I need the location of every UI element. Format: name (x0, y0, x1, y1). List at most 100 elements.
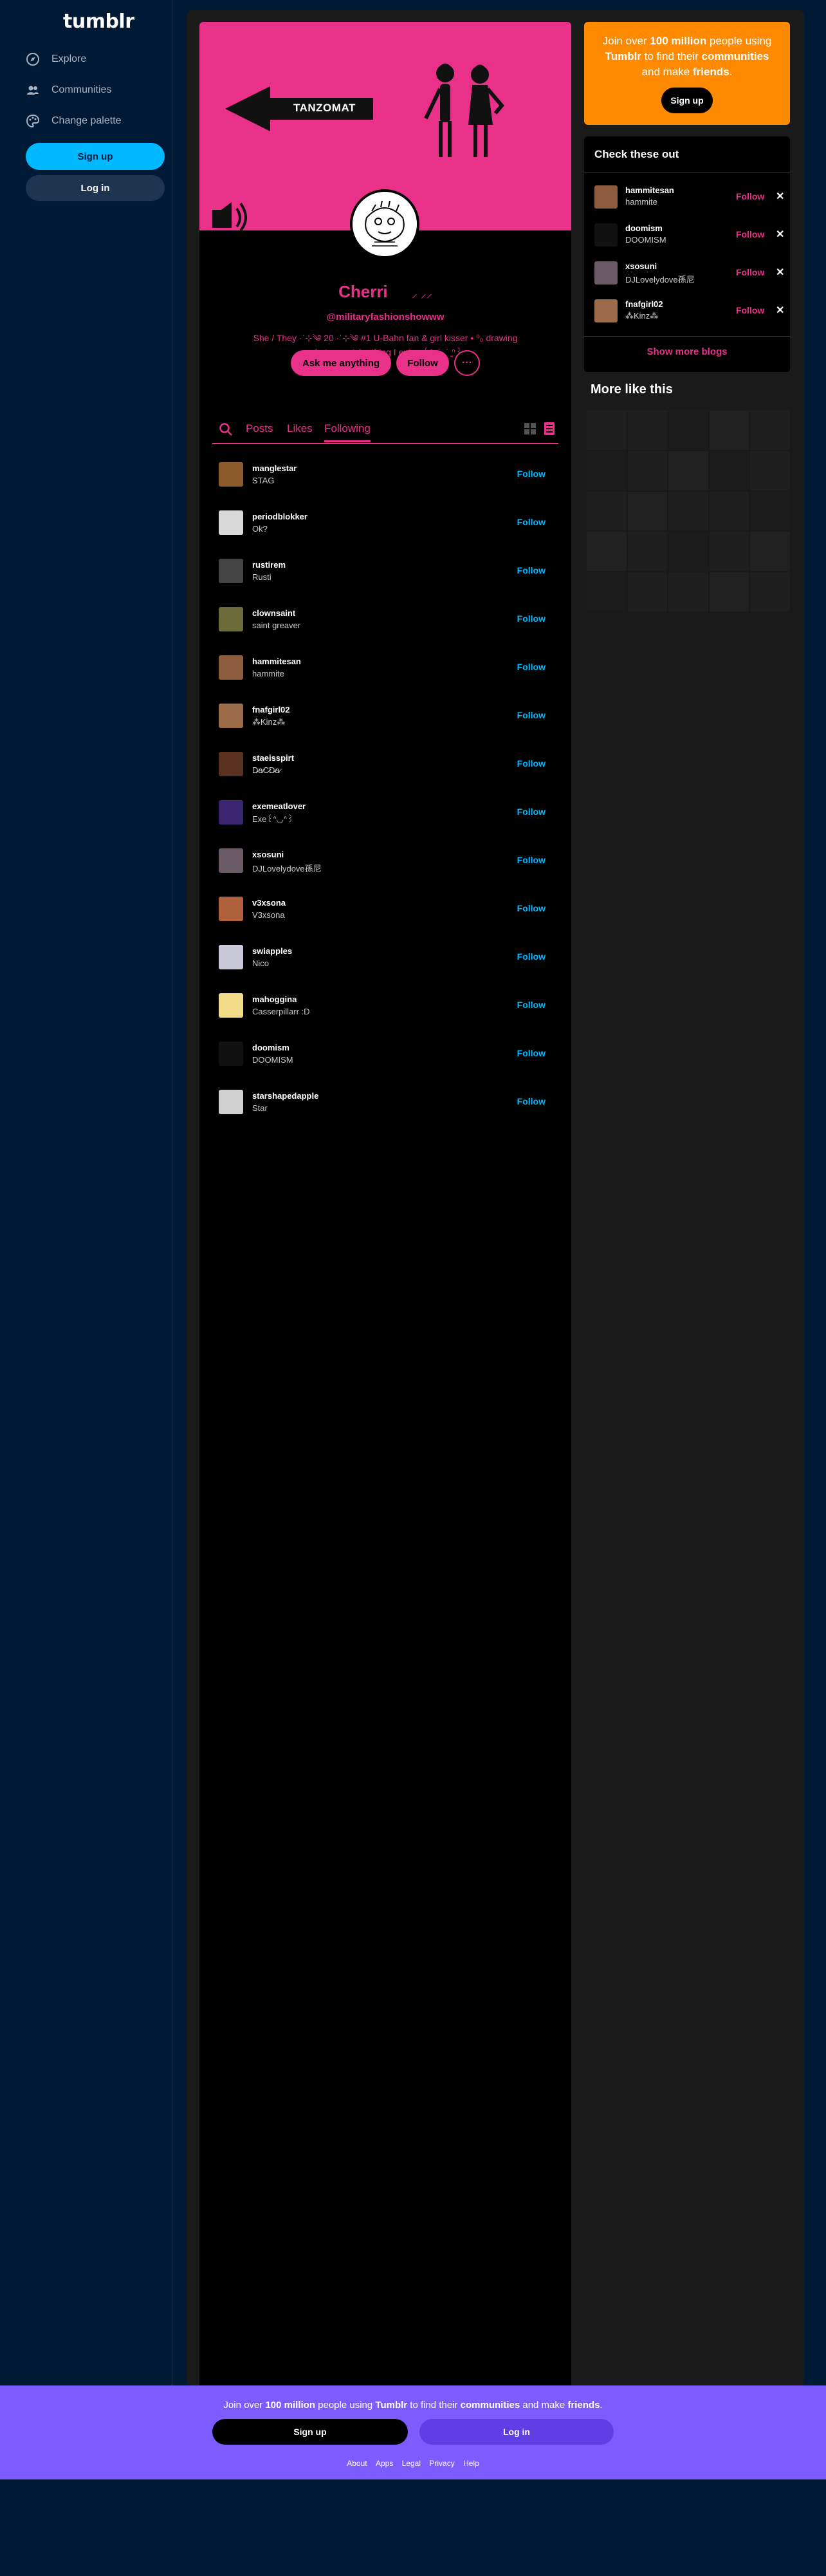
blog-avatar-thumb[interactable] (594, 299, 618, 322)
banner-signup-button[interactable]: Sign up (212, 2419, 408, 2445)
tab-posts[interactable]: Posts (246, 422, 273, 435)
following-blog-name[interactable]: clownsaint (252, 608, 295, 618)
search-icon[interactable] (219, 422, 233, 436)
recommended-blog-name[interactable]: doomism (625, 223, 663, 233)
following-blog-name[interactable]: periodblokker (252, 512, 307, 521)
following-row[interactable]: mahoggina Casserpillarr :D Follow (219, 984, 552, 1032)
following-blog-name[interactable]: mahoggina (252, 994, 297, 1004)
tumblr-logo[interactable]: tumblr (63, 10, 134, 33)
following-row[interactable]: starshapedapple Star Follow (219, 1081, 552, 1129)
follow-button[interactable]: Follow (517, 903, 546, 913)
blog-avatar-thumb[interactable] (219, 993, 243, 1018)
blog-avatar-thumb[interactable] (219, 704, 243, 728)
blog-avatar-thumb[interactable] (219, 945, 243, 969)
blog-avatar-thumb[interactable] (219, 462, 243, 487)
following-row[interactable]: xsosuni DJLovelydove孫尼 Follow (219, 839, 552, 888)
blog-avatar-thumb[interactable] (219, 510, 243, 535)
following-blog-name[interactable]: swiapples (252, 946, 292, 956)
nav-item-explore[interactable]: Explore (26, 46, 86, 72)
follow-button[interactable]: Follow (517, 469, 546, 479)
follow-button[interactable]: Follow (736, 267, 764, 277)
follow-button[interactable]: Follow (517, 662, 546, 672)
following-row[interactable]: rustirem Rusti Follow (219, 550, 552, 598)
nav-item-communities[interactable]: Communities (26, 77, 111, 103)
blog-avatar-thumb[interactable] (219, 800, 243, 825)
follow-button[interactable]: Follow (517, 1096, 546, 1106)
blog-avatar-thumb[interactable] (594, 185, 618, 209)
following-blog-name[interactable]: fnafgirl02 (252, 705, 290, 714)
blog-avatar-thumb[interactable] (219, 1041, 243, 1066)
following-row[interactable]: doomism DOOMISM Follow (219, 1032, 552, 1081)
footer-link-legal[interactable]: Legal (402, 2459, 421, 2468)
follow-button[interactable]: Follow (517, 613, 546, 624)
blog-avatar-thumb[interactable] (219, 752, 243, 776)
promo-signup-button[interactable]: Sign up (661, 88, 713, 113)
follow-button[interactable]: Follow (517, 710, 546, 720)
blog-avatar[interactable] (350, 189, 419, 259)
blog-avatar-thumb[interactable] (219, 1090, 243, 1114)
banner-login-button[interactable]: Log in (419, 2419, 614, 2445)
sidebar-login-button[interactable]: Log in (26, 175, 165, 201)
close-icon[interactable]: ✕ (776, 228, 784, 241)
blog-avatar-thumb[interactable] (219, 897, 243, 921)
nav-item-change-palette[interactable]: Change palette (26, 108, 122, 134)
close-icon[interactable]: ✕ (776, 266, 784, 279)
blog-avatar-thumb[interactable] (219, 607, 243, 631)
footer-link-help[interactable]: Help (463, 2459, 479, 2468)
following-row[interactable]: swiapples Nico Follow (219, 936, 552, 984)
following-blog-name[interactable]: manglestar (252, 463, 297, 473)
following-blog-name[interactable]: doomism (252, 1043, 289, 1052)
follow-button[interactable]: Follow (736, 229, 764, 239)
follow-blog-button[interactable]: Follow (396, 350, 449, 376)
following-blog-name[interactable]: hammitesan (252, 657, 301, 666)
following-row[interactable]: v3xsona V3xsona Follow (219, 888, 552, 936)
show-more-blogs-link[interactable]: Show more blogs (584, 346, 790, 357)
follow-button[interactable]: Follow (517, 517, 546, 527)
follow-button[interactable]: Follow (736, 191, 764, 201)
follow-button[interactable]: Follow (736, 305, 764, 315)
following-row[interactable]: exemeatlover Exe꒰ᐢ◡ᐢ꒱ Follow (219, 791, 552, 839)
recommended-blog[interactable]: xsosuni DJLovelydove孫尼 Follow ✕ (594, 254, 785, 291)
blog-avatar-thumb[interactable] (219, 655, 243, 680)
close-icon[interactable]: ✕ (776, 304, 784, 317)
tab-likes[interactable]: Likes (287, 422, 313, 435)
follow-button[interactable]: Follow (517, 1000, 546, 1010)
follow-button[interactable]: Follow (517, 1048, 546, 1058)
list-view-icon[interactable] (542, 421, 557, 436)
recommended-blog-name[interactable]: fnafgirl02 (625, 299, 663, 309)
recommended-blog-name[interactable]: hammitesan (625, 185, 674, 195)
following-blog-name[interactable]: staeisspirt (252, 753, 294, 763)
follow-button[interactable]: Follow (517, 855, 546, 865)
following-blog-name[interactable]: starshapedapple (252, 1091, 318, 1101)
more-options-button[interactable]: ··· (454, 350, 480, 376)
following-row[interactable]: manglestar STAG Follow (219, 453, 552, 501)
blog-avatar-thumb[interactable] (219, 848, 243, 873)
footer-link-apps[interactable]: Apps (376, 2459, 393, 2468)
blog-avatar-thumb[interactable] (219, 559, 243, 583)
recommended-blog[interactable]: hammitesan hammite Follow ✕ (594, 178, 785, 215)
following-row[interactable]: fnafgirl02 ⁂Kinz⁂ Follow (219, 695, 552, 743)
blog-avatar-thumb[interactable] (594, 223, 618, 247)
footer-link-about[interactable]: About (347, 2459, 367, 2468)
recommended-blog[interactable]: fnafgirl02 ⁂Kinz⁂ Follow ✕ (594, 292, 785, 329)
following-blog-name[interactable]: exemeatlover (252, 801, 306, 811)
blog-handle[interactable]: @militaryfashionshowww (199, 312, 571, 322)
following-blog-name[interactable]: rustirem (252, 560, 286, 570)
recommended-blog[interactable]: doomism DOOMISM Follow ✕ (594, 216, 785, 253)
sidebar-signup-button[interactable]: Sign up (26, 143, 165, 170)
following-row[interactable]: staeisspirt D̷a̷C̷D̷a̷ Follow (219, 743, 552, 791)
footer-link-privacy[interactable]: Privacy (429, 2459, 454, 2468)
recommended-blog-name[interactable]: xsosuni (625, 261, 657, 271)
tab-following[interactable]: Following (324, 422, 371, 442)
following-row[interactable]: clownsaint saint greaver Follow (219, 598, 552, 646)
ask-me-anything-button[interactable]: Ask me anything (291, 350, 391, 376)
close-icon[interactable]: ✕ (776, 190, 784, 203)
follow-button[interactable]: Follow (517, 951, 546, 962)
follow-button[interactable]: Follow (517, 565, 546, 575)
following-blog-name[interactable]: xsosuni (252, 850, 284, 859)
following-row[interactable]: periodblokker Ok? Follow (219, 501, 552, 550)
following-row[interactable]: hammitesan hammite Follow (219, 646, 552, 695)
following-blog-name[interactable]: v3xsona (252, 898, 286, 908)
follow-button[interactable]: Follow (517, 758, 546, 769)
blog-avatar-thumb[interactable] (594, 261, 618, 285)
